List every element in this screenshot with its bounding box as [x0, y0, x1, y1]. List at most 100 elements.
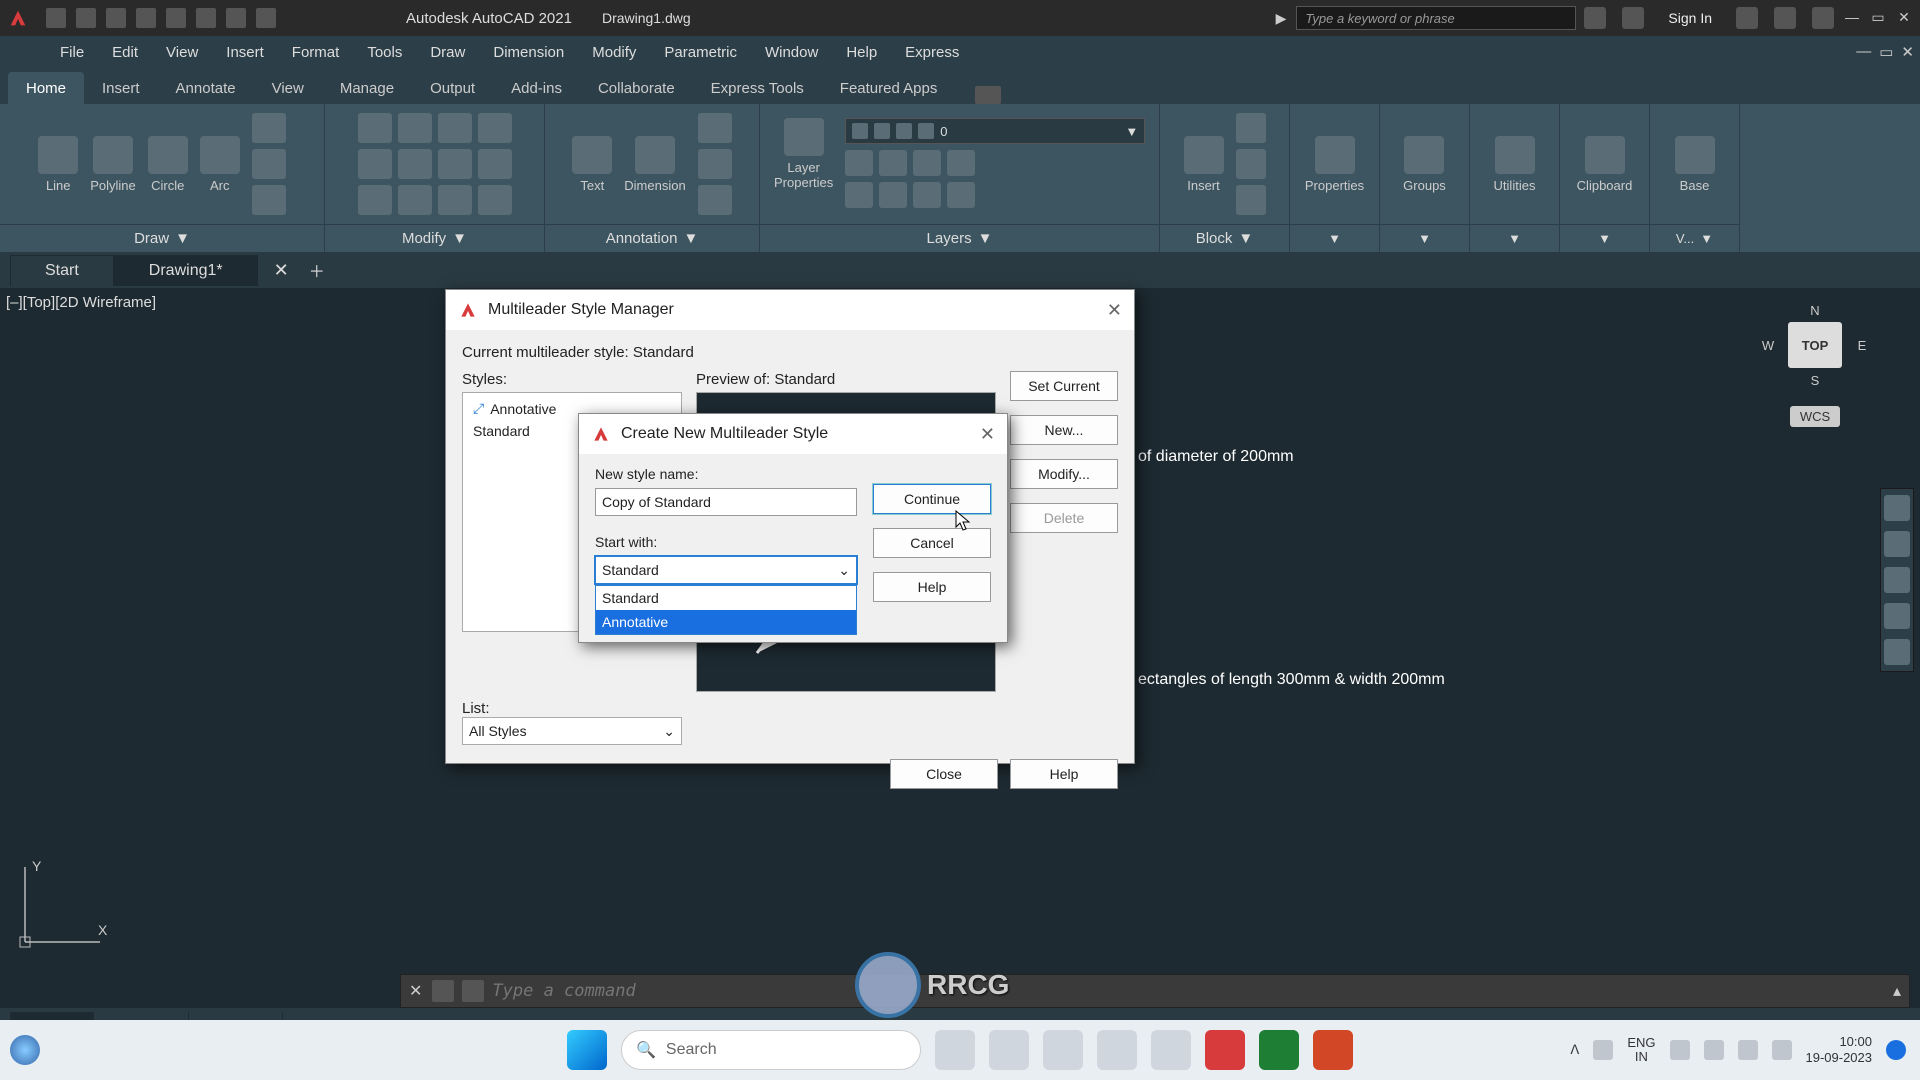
modify-tool-icon[interactable] — [398, 113, 432, 143]
panel-clipboard-title[interactable]: ▼ — [1560, 224, 1649, 252]
panel-view-title[interactable]: V...▼ — [1650, 224, 1739, 252]
save-icon[interactable] — [106, 8, 126, 28]
tab-featured-apps[interactable]: Featured Apps — [822, 72, 956, 104]
plot-icon[interactable] — [196, 8, 216, 28]
menu-draw[interactable]: Draw — [430, 44, 465, 61]
tray-wifi-icon[interactable] — [1704, 1040, 1724, 1060]
tray-clock[interactable]: 10:00 19-09-2023 — [1806, 1034, 1873, 1065]
mlsm-set-current-button[interactable]: Set Current — [1010, 371, 1118, 401]
mlsm-help-button[interactable]: Help — [1010, 759, 1118, 789]
panel-layers-title[interactable]: Layers▼ — [760, 224, 1159, 252]
modify-tool-icon[interactable] — [358, 113, 392, 143]
cns-start-combo[interactable]: Standard⌄ Standard Annotative — [595, 556, 857, 584]
taskbar-search[interactable]: 🔍 Search — [621, 1030, 921, 1070]
layer-tool-icon[interactable] — [879, 182, 907, 208]
tab-output[interactable]: Output — [412, 72, 493, 104]
layer-tool-icon[interactable] — [845, 182, 873, 208]
menu-file[interactable]: File — [60, 44, 84, 61]
cns-continue-button[interactable]: Continue — [873, 484, 991, 514]
menu-modify[interactable]: Modify — [592, 44, 636, 61]
modify-tool-icon[interactable] — [398, 185, 432, 215]
tab-manage[interactable]: Manage — [322, 72, 412, 104]
panel-block-title[interactable]: Block▼ — [1160, 224, 1289, 252]
cart-icon[interactable] — [1736, 7, 1758, 29]
redo-icon[interactable] — [256, 8, 276, 28]
share-icon[interactable]: ▶ — [1276, 10, 1287, 27]
block-tool-icon[interactable] — [1236, 113, 1266, 143]
menu-format[interactable]: Format — [292, 44, 340, 61]
tray-volume-icon[interactable] — [1738, 1040, 1758, 1060]
cns-cancel-button[interactable]: Cancel — [873, 528, 991, 558]
app-dell-icon[interactable] — [1151, 1030, 1191, 1070]
layer-tool-icon[interactable] — [947, 150, 975, 176]
layer-tool-icon[interactable] — [845, 150, 873, 176]
help-icon[interactable] — [1812, 7, 1834, 29]
start-icon[interactable] — [567, 1030, 607, 1070]
menu-tools[interactable]: Tools — [367, 44, 402, 61]
full-nav-wheel-icon[interactable] — [1884, 495, 1910, 521]
modify-tool-icon[interactable] — [478, 185, 512, 215]
annotation-flyout-icon[interactable] — [698, 113, 732, 143]
app-store-icon[interactable] — [1774, 7, 1796, 29]
app-excel-icon[interactable] — [1259, 1030, 1299, 1070]
modify-tool-icon[interactable] — [398, 149, 432, 179]
block-tool-icon[interactable] — [1236, 149, 1266, 179]
tool-circle[interactable]: Circle — [148, 136, 188, 193]
tool-line[interactable]: Line — [38, 136, 78, 193]
tool-properties[interactable]: Properties — [1305, 136, 1364, 193]
pan-icon[interactable] — [1884, 531, 1910, 557]
cmd-close-icon[interactable]: ✕ — [409, 981, 422, 1001]
tab-annotate[interactable]: Annotate — [158, 72, 254, 104]
panel-utilities-title[interactable]: ▼ — [1470, 224, 1559, 252]
signin-link[interactable]: Sign In — [1668, 10, 1712, 26]
viewcube-w[interactable]: W — [1762, 338, 1774, 353]
tab-addins[interactable]: Add-ins — [493, 72, 580, 104]
panel-draw-title[interactable]: Draw▼ — [0, 224, 324, 252]
menu-help[interactable]: Help — [846, 44, 877, 61]
tool-insert-block[interactable]: Insert — [1184, 136, 1224, 193]
doc-tab-start[interactable]: Start — [10, 255, 114, 286]
restore-icon[interactable]: ▭ — [1868, 9, 1888, 27]
wcs-label[interactable]: WCS — [1790, 406, 1840, 427]
tool-groups[interactable]: Groups — [1403, 136, 1446, 193]
cns-option-standard[interactable]: Standard — [596, 586, 856, 610]
tab-home[interactable]: Home — [8, 72, 84, 104]
cmd-expand-icon[interactable]: ▴ — [1893, 981, 1901, 1001]
doc-tab-drawing1[interactable]: Drawing1* — [114, 255, 258, 286]
viewcube-s[interactable]: S — [1811, 373, 1820, 388]
layer-combo[interactable]: 0 ▼ — [845, 118, 1145, 144]
panel-properties-title[interactable]: ▼ — [1290, 224, 1379, 252]
mlsm-new-button[interactable]: New... — [1010, 415, 1118, 445]
draw-flyout-icon[interactable] — [252, 113, 286, 143]
app-autocad-icon[interactable] — [1205, 1030, 1245, 1070]
open-icon[interactable] — [76, 8, 96, 28]
menu-parametric[interactable]: Parametric — [664, 44, 737, 61]
viewcube-e[interactable]: E — [1858, 338, 1867, 353]
viewcube[interactable]: N W TOP E S WCS — [1750, 298, 1880, 468]
app-edge-icon[interactable] — [989, 1030, 1029, 1070]
draw-flyout-icon[interactable] — [252, 185, 286, 215]
mlsm-modify-button[interactable]: Modify... — [1010, 459, 1118, 489]
layer-tool-icon[interactable] — [913, 150, 941, 176]
modify-tool-icon[interactable] — [358, 185, 392, 215]
tray-battery-icon[interactable] — [1772, 1040, 1792, 1060]
modify-tool-icon[interactable] — [478, 149, 512, 179]
doc-tab-close-icon[interactable]: ✕ — [274, 260, 289, 281]
modify-tool-icon[interactable] — [438, 113, 472, 143]
doc-close-icon[interactable]: ✕ — [1901, 43, 1914, 61]
mlsm-list-combo[interactable]: All Styles⌄ — [462, 717, 682, 745]
tab-extra-icon[interactable] — [975, 86, 1001, 104]
block-tool-icon[interactable] — [1236, 185, 1266, 215]
draw-flyout-icon[interactable] — [252, 149, 286, 179]
layer-tool-icon[interactable] — [879, 150, 907, 176]
mlsm-delete-button[interactable]: Delete — [1010, 503, 1118, 533]
web-mobile-icon[interactable] — [166, 8, 186, 28]
doc-minimize-icon[interactable]: — — [1856, 43, 1871, 61]
annotation-flyout-icon[interactable] — [698, 149, 732, 179]
tool-utilities[interactable]: Utilities — [1494, 136, 1536, 193]
menu-insert[interactable]: Insert — [226, 44, 264, 61]
tool-layer-properties[interactable]: Layer Properties — [774, 118, 833, 208]
viewport-label[interactable]: [–][Top][2D Wireframe] — [6, 294, 156, 311]
tool-polyline[interactable]: Polyline — [90, 136, 136, 193]
menu-view[interactable]: View — [166, 44, 198, 61]
